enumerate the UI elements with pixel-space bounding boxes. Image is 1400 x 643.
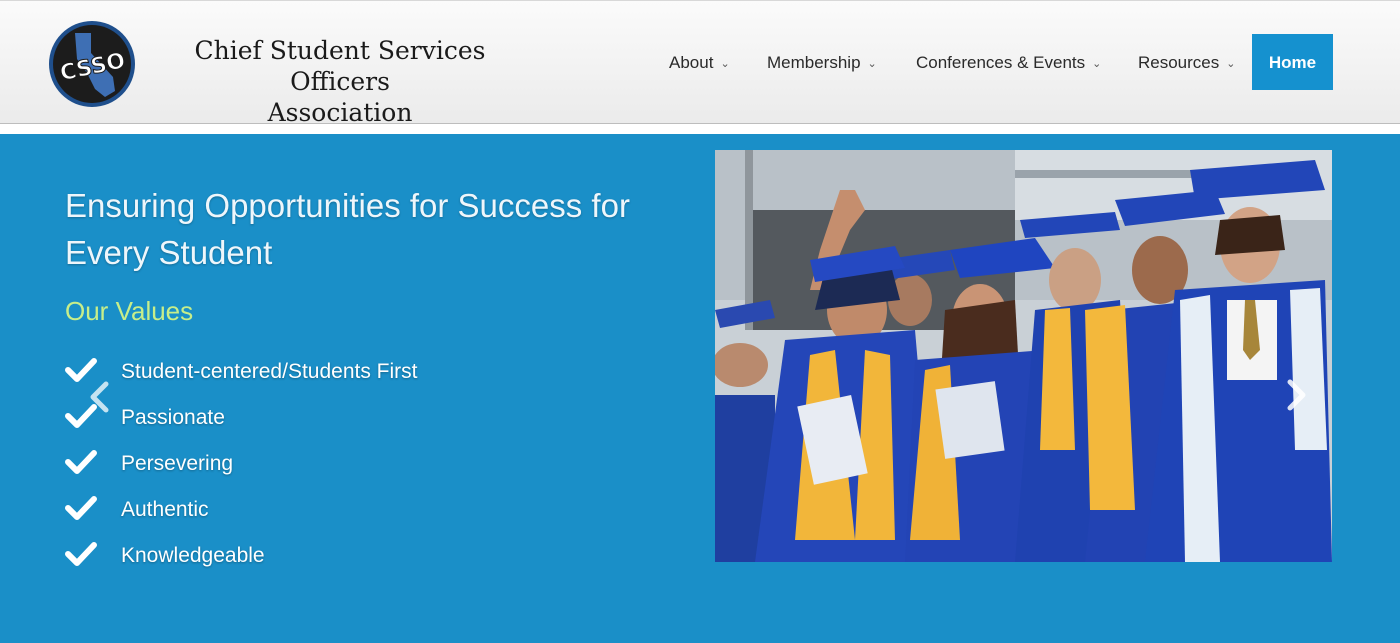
checkmark-icon (65, 450, 97, 474)
value-label: Knowledgeable (121, 544, 265, 567)
value-item: Knowledgeable (65, 540, 418, 586)
checkmark-icon (65, 496, 97, 520)
value-label: Persevering (121, 452, 234, 475)
value-item: Passionate (65, 402, 418, 448)
values-title: Our Values (65, 296, 194, 326)
nav-label: Membership (767, 53, 861, 72)
header-divider (0, 124, 1400, 134)
nav-label: Resources (1138, 53, 1220, 72)
values-list: Student-centered/Students First Passiona… (65, 356, 418, 586)
hero-section: Ensuring Opportunities for Success for E… (0, 134, 1400, 643)
value-item: Student-centered/Students First (65, 356, 418, 402)
nav-item-about[interactable]: About ⌄ (669, 34, 730, 90)
checkmark-icon (65, 542, 97, 566)
chevron-down-icon: ⌄ (720, 58, 730, 70)
main-nav: About ⌄ Membership ⌄ Conferences & Events ⌄… (0, 34, 1400, 90)
home-button[interactable]: Home (1252, 34, 1333, 90)
chevron-down-icon: ⌄ (1092, 58, 1102, 70)
chevron-down-icon: ⌄ (867, 58, 877, 70)
value-item: Persevering (65, 448, 418, 494)
value-item: Authentic (65, 494, 418, 540)
site-header: CSSO Chief Student Services Officers Ass… (0, 0, 1400, 127)
nav-label: About (669, 53, 714, 72)
chevron-right-icon[interactable] (1284, 378, 1310, 412)
nav-item-conferences-events[interactable]: Conferences & Events ⌄ (916, 34, 1101, 90)
value-label: Authentic (121, 498, 209, 521)
nav-label: Conferences & Events (916, 53, 1086, 72)
nav-item-membership[interactable]: Membership ⌄ (767, 34, 877, 90)
chevron-left-icon[interactable] (86, 380, 112, 414)
value-label: Passionate (121, 406, 225, 429)
chevron-down-icon: ⌄ (1226, 58, 1236, 70)
nav-item-resources[interactable]: Resources ⌄ (1138, 34, 1235, 90)
hero-headline: Ensuring Opportunities for Success for E… (65, 187, 630, 271)
graduation-photo (715, 150, 1332, 562)
value-label: Student-centered/Students First (121, 360, 418, 383)
